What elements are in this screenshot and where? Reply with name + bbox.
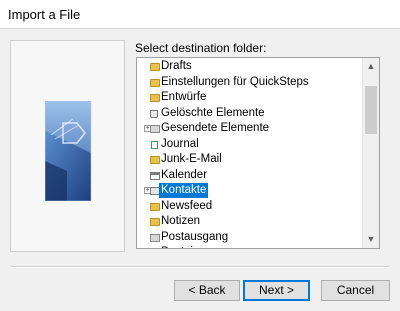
folder-tree-item-label: Junk-E-Mail	[161, 153, 222, 165]
back-button[interactable]: < Back	[174, 280, 240, 301]
folder-tree-item[interactable]: Notizen	[137, 214, 364, 230]
import-file-dialog: Import a File Select destination folder:	[0, 0, 400, 311]
folder-tree-item-label: Postausgang	[161, 230, 229, 243]
folder-tree-item[interactable]: Drafts	[137, 59, 364, 75]
folder-tree-item[interactable]: + Gesendete Elemente	[137, 121, 364, 137]
folder-tree-item-label: Kalender	[161, 168, 208, 181]
separator-line	[10, 266, 390, 268]
wizard-side-panel	[10, 40, 125, 252]
import-wizard-graphic	[45, 101, 92, 201]
next-button[interactable]: Next >	[243, 280, 310, 301]
folder-tree-item[interactable]: + Kontakte	[137, 183, 364, 199]
folder-tree-item-label: Gelöschte Elemente	[161, 106, 265, 119]
scrollbar-thumb[interactable]	[365, 86, 377, 134]
folder-tree-item-label: Drafts	[161, 60, 192, 72]
folder-tree-item[interactable]: Entwürfe	[137, 90, 364, 106]
folder-tree-item[interactable]: Journal	[137, 137, 364, 153]
destination-folder-label: Select destination folder:	[135, 41, 267, 55]
journal-icon	[151, 140, 158, 149]
folder-tree-scrollbar[interactable]: ▲ ▼	[362, 58, 379, 248]
scroll-down-arrow-icon[interactable]: ▼	[363, 231, 379, 248]
title-bar: Import a File	[0, 0, 400, 29]
dialog-title: Import a File	[8, 7, 81, 22]
folder-tree-item-label: Posteingang	[159, 245, 227, 248]
folder-tree-item[interactable]: Gelöschte Elemente	[137, 106, 364, 122]
folder-tree-item-label: Newsfeed	[161, 199, 213, 212]
deleted-items-icon	[150, 109, 158, 118]
folder-tree-item-label: Notizen	[161, 215, 200, 227]
folder-tree-item[interactable]: Einstellungen für QuickSteps	[137, 75, 364, 91]
folder-tree[interactable]: Drafts Einstellungen für QuickSteps Entwür…	[136, 57, 380, 249]
folder-tree-list: Drafts Einstellungen für QuickSteps Entwür…	[137, 59, 364, 248]
folder-tree-item[interactable]: Newsfeed	[137, 199, 364, 215]
folder-tree-item[interactable]: Junk-E-Mail	[137, 152, 364, 168]
folder-tree-item-label: Journal	[161, 137, 199, 150]
cancel-button[interactable]: Cancel	[321, 280, 390, 301]
scroll-up-arrow-icon[interactable]: ▲	[363, 58, 379, 75]
folder-tree-item[interactable]: +Posteingang	[137, 245, 364, 248]
folder-tree-item[interactable]: Kalender	[137, 168, 364, 184]
folder-tree-item-label: Entwürfe	[161, 91, 207, 103]
folder-tree-item-label: Einstellungen für QuickSteps	[161, 75, 309, 88]
folder-tree-item-label: Gesendete Elemente	[161, 122, 270, 134]
folder-tree-item-label: Kontakte	[159, 183, 209, 198]
folder-tree-item[interactable]: Postausgang	[137, 230, 364, 246]
